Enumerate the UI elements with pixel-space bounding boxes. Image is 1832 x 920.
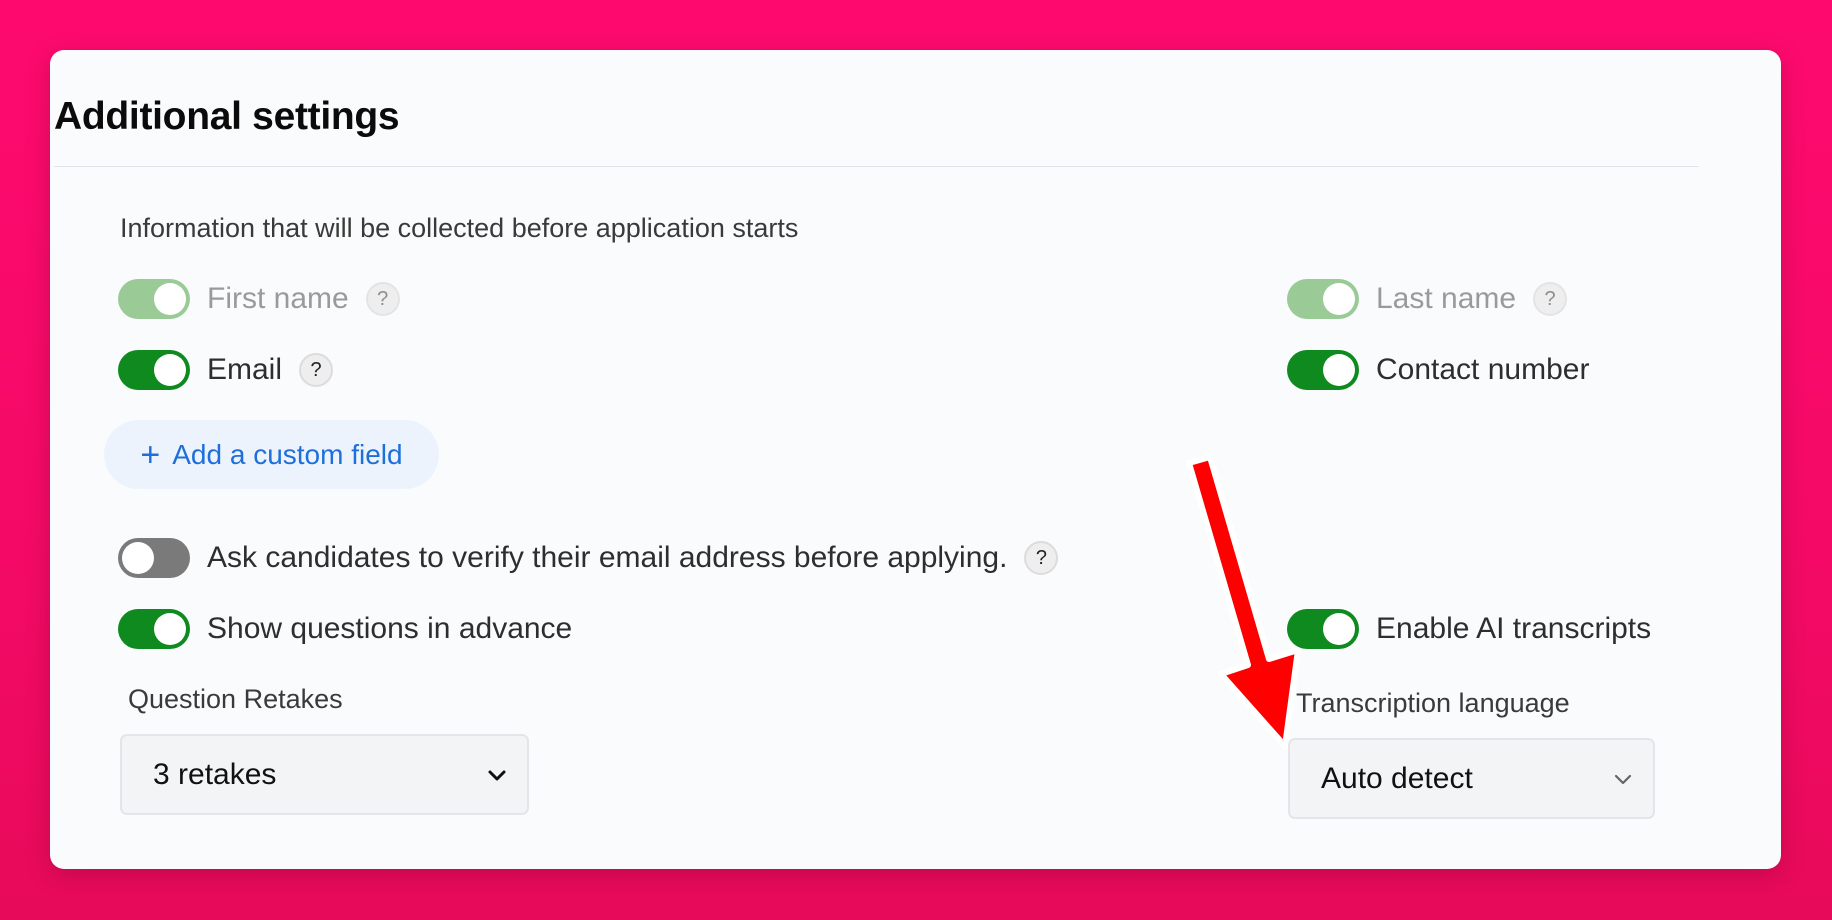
- contact-number-toggle[interactable]: [1287, 350, 1359, 390]
- first-name-toggle[interactable]: [118, 279, 190, 319]
- plus-icon: +: [140, 435, 161, 474]
- contact-number-label: Contact number: [1376, 353, 1590, 386]
- last-name-row: Last name ?: [1287, 277, 1568, 321]
- verify-email-label: Ask candidates to verify their email add…: [207, 541, 1008, 574]
- verify-email-row: Ask candidates to verify their email add…: [118, 536, 1059, 580]
- verify-email-toggle[interactable]: [118, 538, 190, 578]
- email-toggle[interactable]: [118, 350, 190, 390]
- chevron-down-icon: [1614, 774, 1632, 784]
- help-icon[interactable]: ?: [365, 282, 400, 316]
- panel-title: Additional settings: [54, 95, 400, 138]
- toggle-knob: [1323, 613, 1355, 645]
- title-divider: [54, 166, 1699, 167]
- help-icon[interactable]: ?: [299, 353, 334, 387]
- toggle-knob: [154, 354, 186, 386]
- ai-transcripts-toggle[interactable]: [1287, 609, 1359, 649]
- add-custom-field-label: Add a custom field: [172, 438, 403, 470]
- transcription-language-label: Transcription language: [1296, 688, 1570, 718]
- first-name-row: First name ?: [118, 277, 400, 321]
- email-label: Email: [207, 353, 283, 386]
- show-questions-label: Show questions in advance: [207, 612, 573, 645]
- toggle-knob: [154, 613, 186, 645]
- last-name-toggle[interactable]: [1287, 279, 1359, 319]
- email-row: Email ?: [118, 348, 334, 392]
- add-custom-field-button[interactable]: + Add a custom field: [104, 420, 439, 489]
- toggle-knob: [1323, 354, 1355, 386]
- retakes-value: 3 retakes: [153, 757, 277, 791]
- retakes-select[interactable]: 3 retakes: [120, 734, 529, 815]
- retakes-label: Question Retakes: [128, 684, 343, 714]
- show-questions-toggle[interactable]: [118, 609, 190, 649]
- toggle-knob: [122, 542, 154, 574]
- ai-transcripts-row: Enable AI transcripts: [1287, 607, 1651, 651]
- chevron-down-icon: [488, 770, 506, 780]
- info-text: Information that will be collected befor…: [120, 213, 799, 243]
- help-icon[interactable]: ?: [1533, 282, 1568, 316]
- ai-transcripts-label: Enable AI transcripts: [1376, 612, 1652, 645]
- help-icon[interactable]: ?: [1024, 541, 1059, 575]
- toggle-knob: [154, 283, 186, 315]
- transcription-language-value: Auto detect: [1321, 761, 1473, 795]
- toggle-knob: [1323, 283, 1355, 315]
- transcription-language-select[interactable]: Auto detect: [1288, 738, 1655, 819]
- last-name-label: Last name: [1376, 282, 1517, 315]
- contact-number-row: Contact number: [1287, 348, 1589, 392]
- show-questions-row: Show questions in advance: [118, 607, 572, 651]
- first-name-label: First name: [207, 282, 349, 315]
